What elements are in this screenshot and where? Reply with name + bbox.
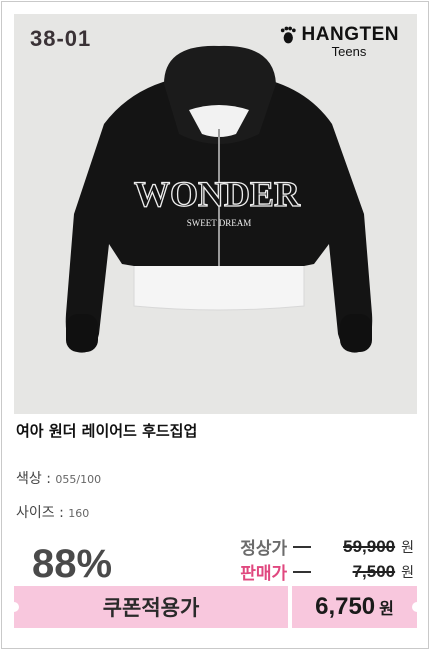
sale-price-label: 판매가 xyxy=(240,564,288,584)
coupon-currency: 원 xyxy=(379,599,394,618)
footprint-icon xyxy=(280,26,296,44)
color-value: 055/100 xyxy=(55,473,102,486)
print-sweet-dream-text: SWEET DREAM xyxy=(187,218,252,228)
regular-currency: 원 xyxy=(401,539,414,556)
sale-price: 7,500 xyxy=(352,561,396,581)
coupon-label-box: 쿠폰적용가 xyxy=(14,586,288,628)
ticket-notch xyxy=(9,602,19,612)
product-card[interactable]: WONDER SWEET DREAM 38-01 HANGTEN Teens 여… xyxy=(1,1,429,649)
divider xyxy=(293,545,312,548)
sale-currency: 원 xyxy=(401,564,414,581)
product-code: 38-01 xyxy=(30,26,92,51)
product-title[interactable]: 여아 원더 레이어드 후드집업 xyxy=(16,420,197,441)
size-label: 사이즈 : xyxy=(16,505,64,521)
brand-name: HANGTEN xyxy=(301,24,399,45)
divider xyxy=(293,570,312,573)
brand-sub: Teens xyxy=(331,44,367,59)
regular-price: 59,900 xyxy=(343,536,396,556)
brand-logo: HANGTEN Teens xyxy=(279,24,399,59)
color-option: 색상 : 055/100 xyxy=(16,468,101,488)
coupon-bar[interactable]: 쿠폰적용가 6,750 원 xyxy=(9,586,422,628)
regular-price-label: 정상가 xyxy=(240,539,288,559)
color-label: 색상 : xyxy=(16,471,51,487)
size-option: 사이즈 : 160 xyxy=(16,502,89,522)
size-value: 160 xyxy=(68,507,90,520)
coupon-label: 쿠폰적용가 xyxy=(102,596,200,620)
print-wonder-text: WONDER xyxy=(134,174,301,214)
discount-rate: 88% xyxy=(32,542,113,586)
coupon-price-box: 6,750 원 xyxy=(292,586,417,628)
ticket-notch xyxy=(412,602,422,612)
hoodie-photo: WONDER SWEET DREAM xyxy=(65,45,373,353)
product-image[interactable]: WONDER SWEET DREAM 38-01 HANGTEN Teens xyxy=(14,14,417,414)
regular-price-row: 정상가 59,900 원 xyxy=(240,534,414,560)
coupon-price: 6,750 xyxy=(315,593,376,620)
sale-price-row: 판매가 7,500 원 xyxy=(240,559,414,585)
